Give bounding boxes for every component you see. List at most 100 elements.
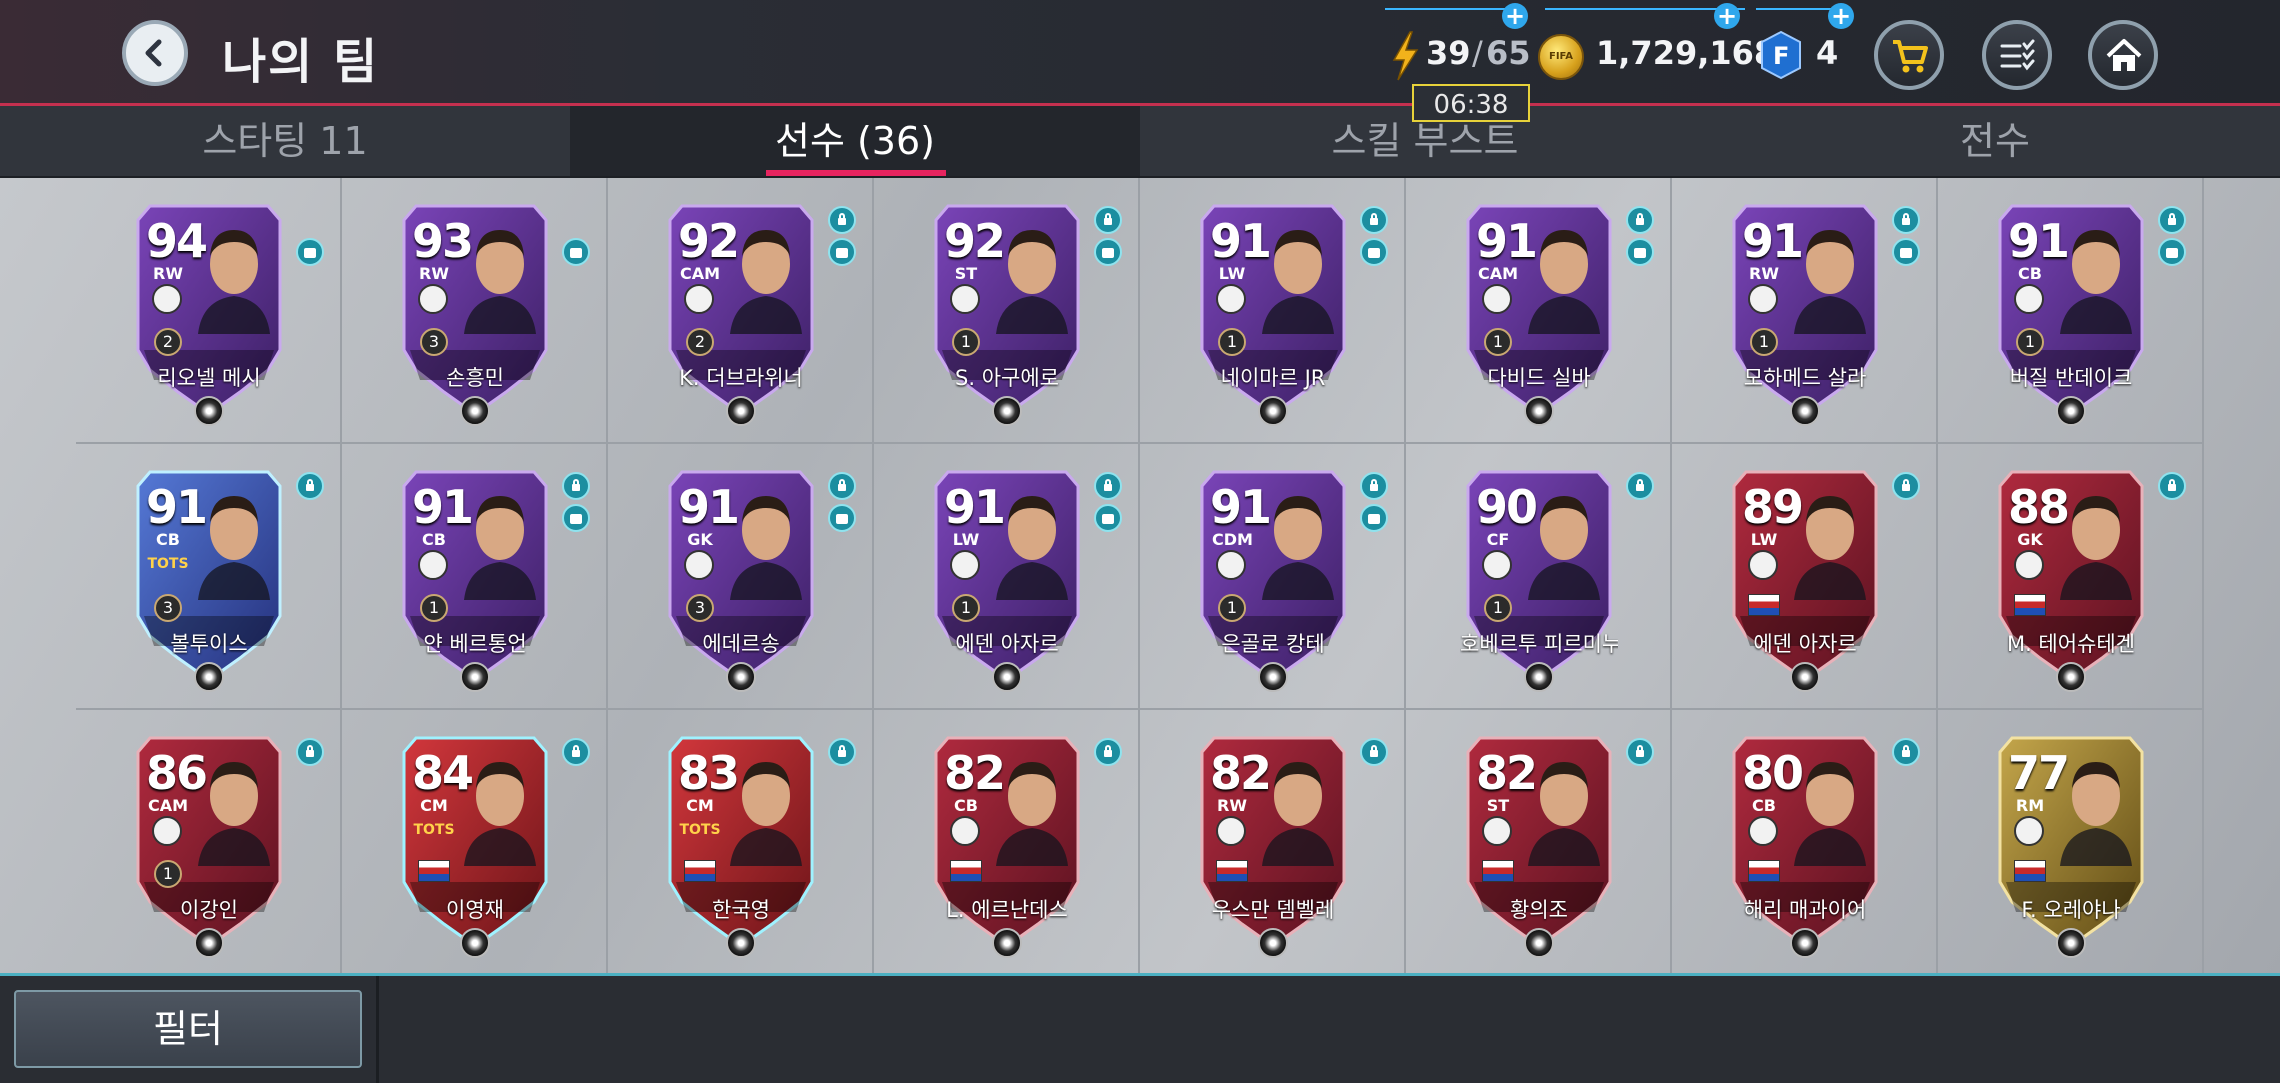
player-name: S. 아구에로	[955, 366, 1059, 390]
shirt-icon[interactable]	[828, 238, 856, 266]
player-card[interactable]: 91 CB TOTS 3 볼투이스	[130, 466, 288, 692]
shop-button[interactable]	[1874, 20, 1944, 90]
lock-icon[interactable]	[828, 472, 856, 500]
player-cell[interactable]: 89 LW 에덴 아자르	[1672, 444, 1938, 710]
player-card[interactable]: 89 LW 에덴 아자르	[1726, 466, 1884, 692]
lock-icon[interactable]	[2158, 472, 2186, 500]
player-cell[interactable]: 92 CAM 2 K. 더브라위너	[608, 178, 874, 444]
shirt-icon[interactable]	[1360, 238, 1388, 266]
tab-transfer[interactable]: 전수	[1710, 106, 2280, 176]
lock-icon[interactable]	[828, 738, 856, 766]
player-card[interactable]: 91 CB 1 버질 반데이크	[1992, 200, 2150, 426]
energy-plus-button[interactable]: +	[1502, 3, 1528, 29]
player-card[interactable]: 91 GK 3 에데르송	[662, 466, 820, 692]
lock-icon[interactable]	[1360, 472, 1388, 500]
player-card[interactable]: 86 CAM 1 이강인	[130, 732, 288, 958]
player-card[interactable]: 82 RW 우스만 뎀벨레	[1194, 732, 1352, 958]
player-card[interactable]: 91 CAM 1 다비드 실바	[1460, 200, 1618, 426]
player-card[interactable]: 91 CB 1 얀 베르통언	[396, 466, 554, 692]
tots-badge: TOTS	[147, 556, 189, 572]
player-name: 모하메드 살라	[1743, 366, 1867, 390]
lock-icon[interactable]	[828, 206, 856, 234]
coin-plus-button[interactable]: +	[1714, 3, 1740, 29]
player-card[interactable]: 80 CB 해리 매과이어	[1726, 732, 1884, 958]
player-cell[interactable]: 82 ST 황의조	[1406, 710, 1672, 976]
lock-icon[interactable]	[1626, 472, 1654, 500]
player-card[interactable]: 91 LW 1 에덴 아자르	[928, 466, 1086, 692]
player-cell[interactable]: 82 CB L. 에르난데스	[874, 710, 1140, 976]
shirt-icon[interactable]	[1094, 238, 1122, 266]
player-cell[interactable]: 92 ST 1 S. 아구에로	[874, 178, 1140, 444]
shirt-icon[interactable]	[296, 238, 324, 266]
player-cell[interactable]: 91 LW 1 에덴 아자르	[874, 444, 1140, 710]
player-cell[interactable]: 77 RM F. 오레야나	[1938, 710, 2204, 976]
lock-icon[interactable]	[1892, 738, 1920, 766]
player-cell[interactable]: 91 RW 1 모하메드 살라	[1672, 178, 1938, 444]
player-cell[interactable]: 94 RW 2 리오넬 메시	[76, 178, 342, 444]
player-card[interactable]: 77 RM F. 오레야나	[1992, 732, 2150, 958]
lock-icon[interactable]	[1360, 738, 1388, 766]
player-cell[interactable]: 91 CDM 1 은골로 캉테	[1140, 444, 1406, 710]
player-card[interactable]: 84 CM TOTS 이영재	[396, 732, 554, 958]
player-name: 이영재	[446, 898, 504, 922]
lock-icon[interactable]	[1892, 206, 1920, 234]
energy-separator: /	[1472, 34, 1483, 72]
player-name: 한국영	[712, 898, 770, 922]
player-card[interactable]: 91 LW 1 네이마르 JR	[1194, 200, 1352, 426]
player-card[interactable]: 82 ST 황의조	[1460, 732, 1618, 958]
player-card[interactable]: 83 CM TOTS 한국영	[662, 732, 820, 958]
player-cell[interactable]: 93 RW 3 손흥민	[342, 178, 608, 444]
tab-players[interactable]: 선수 (36)	[570, 106, 1140, 176]
player-cell[interactable]: 82 RW 우스만 뎀벨레	[1140, 710, 1406, 976]
lock-icon[interactable]	[1360, 206, 1388, 234]
player-cell[interactable]: 91 CB 1 버질 반데이크	[1938, 178, 2204, 444]
lock-icon[interactable]	[296, 738, 324, 766]
lock-icon[interactable]	[1892, 472, 1920, 500]
shirt-icon[interactable]	[2158, 238, 2186, 266]
player-cell[interactable]: 83 CM TOTS 한국영	[608, 710, 874, 976]
filter-button[interactable]: 필터	[14, 990, 362, 1068]
player-cell[interactable]: 91 GK 3 에데르송	[608, 444, 874, 710]
back-button[interactable]	[122, 20, 188, 86]
player-card[interactable]: 92 ST 1 S. 아구에로	[928, 200, 1086, 426]
lock-icon[interactable]	[1626, 206, 1654, 234]
player-cell[interactable]: 91 CB TOTS 3 볼투이스	[76, 444, 342, 710]
player-card[interactable]: 82 CB L. 에르난데스	[928, 732, 1086, 958]
player-cell[interactable]: 91 LW 1 네이마르 JR	[1140, 178, 1406, 444]
player-cell[interactable]: 91 CAM 1 다비드 실바	[1406, 178, 1672, 444]
shirt-icon[interactable]	[1626, 238, 1654, 266]
shirt-icon[interactable]	[1892, 238, 1920, 266]
lock-icon[interactable]	[1626, 738, 1654, 766]
player-card[interactable]: 94 RW 2 리오넬 메시	[130, 200, 288, 426]
player-cell[interactable]: 88 GK M. 테어슈테겐	[1938, 444, 2204, 710]
player-card[interactable]: 91 CDM 1 은골로 캉테	[1194, 466, 1352, 692]
shirt-icon[interactable]	[562, 238, 590, 266]
player-card[interactable]: 88 GK M. 테어슈테겐	[1992, 466, 2150, 692]
shirt-icon[interactable]	[1360, 504, 1388, 532]
lock-icon[interactable]	[1094, 738, 1122, 766]
list-button[interactable]	[1982, 20, 2052, 90]
player-cell[interactable]: 86 CAM 1 이강인	[76, 710, 342, 976]
player-position: RW	[419, 264, 449, 283]
player-cell[interactable]: 80 CB 해리 매과이어	[1672, 710, 1938, 976]
lock-icon[interactable]	[296, 472, 324, 500]
player-cell[interactable]: 91 CB 1 얀 베르통언	[342, 444, 608, 710]
player-cell[interactable]: 90 CF 1 호베르투 피르미누	[1406, 444, 1672, 710]
home-button[interactable]	[2088, 20, 2158, 90]
shirt-icon[interactable]	[562, 504, 590, 532]
fpoint-plus-button[interactable]: +	[1828, 3, 1854, 29]
lock-icon[interactable]	[2158, 206, 2186, 234]
lock-icon[interactable]	[1094, 206, 1122, 234]
shirt-icon[interactable]	[1094, 504, 1122, 532]
shirt-icon[interactable]	[828, 504, 856, 532]
player-card[interactable]: 93 RW 3 손흥민	[396, 200, 554, 426]
player-rating: 91	[1210, 214, 1272, 268]
lock-icon[interactable]	[1094, 472, 1122, 500]
player-card[interactable]: 92 CAM 2 K. 더브라위너	[662, 200, 820, 426]
player-card[interactable]: 91 RW 1 모하메드 살라	[1726, 200, 1884, 426]
lock-icon[interactable]	[562, 738, 590, 766]
player-cell[interactable]: 84 CM TOTS 이영재	[342, 710, 608, 976]
lock-icon[interactable]	[562, 472, 590, 500]
player-card[interactable]: 90 CF 1 호베르투 피르미누	[1460, 466, 1618, 692]
tab-starting-11[interactable]: 스타팅 11	[0, 106, 570, 176]
